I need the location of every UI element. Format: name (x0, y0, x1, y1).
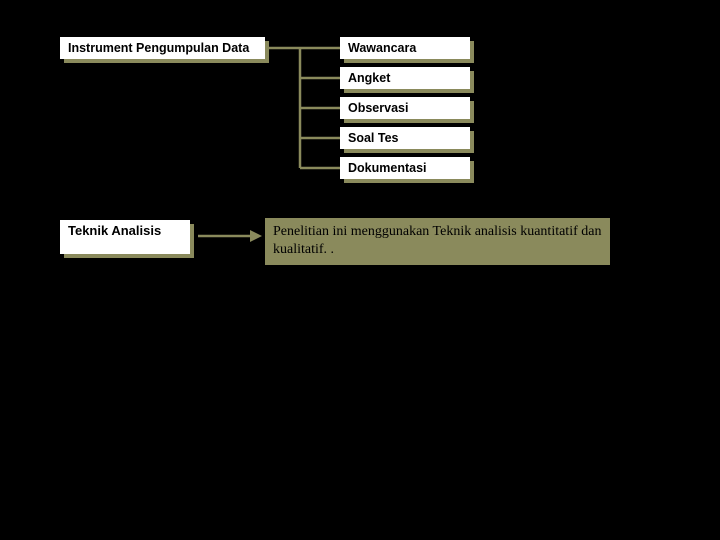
instrument-item-box: Dokumentasi (340, 157, 470, 179)
instrument-item-box: Wawancara (340, 37, 470, 59)
instrument-title-box: Instrument Pengumpulan Data (60, 37, 265, 59)
teknik-description: Penelitian ini menggunakan Teknik analis… (265, 218, 610, 265)
instrument-item-label: Wawancara (340, 37, 470, 59)
instrument-title: Instrument Pengumpulan Data (60, 37, 265, 59)
instrument-item-label: Soal Tes (340, 127, 470, 149)
instrument-item-label: Dokumentasi (340, 157, 470, 179)
teknik-title-box: Teknik Analisis (60, 220, 190, 254)
instrument-item-label: Observasi (340, 97, 470, 119)
instrument-item-label: Angket (340, 67, 470, 89)
teknik-title: Teknik Analisis (60, 220, 190, 254)
instrument-item-box: Observasi (340, 97, 470, 119)
instrument-item-box: Angket (340, 67, 470, 89)
instrument-item-box: Soal Tes (340, 127, 470, 149)
